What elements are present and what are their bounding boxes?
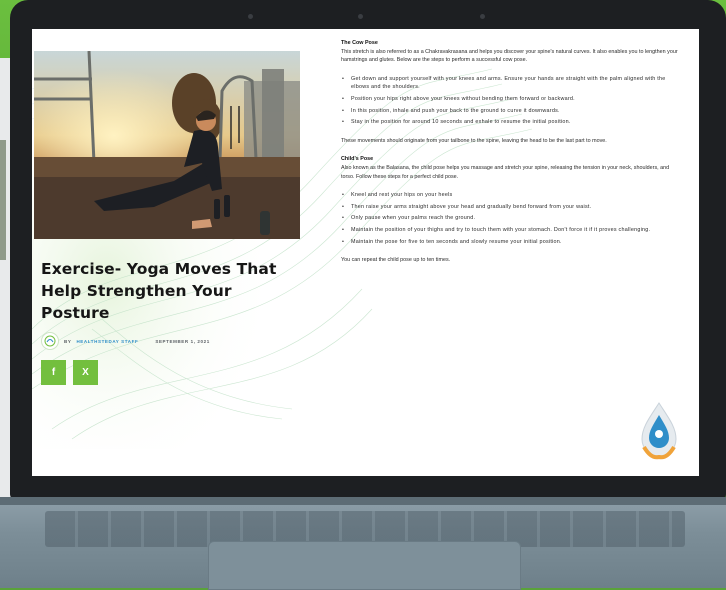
cow-steps-list: Get down and support yourself with your … <box>341 75 681 127</box>
x-icon: X <box>82 367 89 378</box>
publish-date: SEPTEMBER 1, 2021 <box>155 338 210 344</box>
list-item: In this position, inhale and push your b… <box>342 107 681 116</box>
list-item: Get down and support yourself with your … <box>342 75 681 92</box>
trackpad <box>208 541 521 590</box>
site-logo-icon[interactable] <box>41 332 59 350</box>
child-outro: You can repeat the child pose up to ten … <box>341 257 451 264</box>
background-device-detail <box>0 140 6 260</box>
sensor-dot <box>480 14 485 19</box>
facebook-share-button[interactable]: f <box>41 360 66 385</box>
brand-drop-icon <box>641 402 677 460</box>
webcam <box>358 14 363 19</box>
byline: BY HEALTHSTEDAY STAFF SEPTEMBER 1, 2021 <box>41 332 210 350</box>
article-title: Exercise- Yoga Moves That Help Strengthe… <box>41 260 277 322</box>
author-link[interactable]: HEALTHSTEDAY STAFF <box>76 339 138 344</box>
list-item: Stay in the position for around 10 secon… <box>342 118 681 127</box>
list-item: Kneel and rest your hips on your heels <box>342 191 681 200</box>
cow-intro: This stretch is also referred to as a Ch… <box>341 48 678 64</box>
laptop-hinge <box>0 497 726 505</box>
child-intro: Also known as the Balasana, the child po… <box>341 164 670 180</box>
list-item: Maintain the position of your thighs and… <box>342 226 681 235</box>
sensor-dot <box>248 14 253 19</box>
cow-outro: These movements should originate from yo… <box>341 137 607 144</box>
child-steps-list: Kneel and rest your hips on your heels T… <box>341 191 681 246</box>
list-item: Position your hips right above your knee… <box>342 95 681 104</box>
x-share-button[interactable]: X <box>73 360 98 385</box>
byline-prefix: BY <box>64 338 72 344</box>
hero-image <box>34 51 300 239</box>
facebook-icon: f <box>51 367 56 378</box>
list-item: Then raise your arms straight above your… <box>342 203 681 212</box>
list-item: Maintain the pose for five to ten second… <box>342 238 681 247</box>
section-title-child: Child's Pose <box>341 156 374 163</box>
list-item: Only pause when your palms reach the gro… <box>342 214 681 223</box>
laptop-screen: Exercise- Yoga Moves That Help Strengthe… <box>32 29 699 476</box>
section-title-cow: The Cow Pose <box>341 40 378 46</box>
article-body: The Cow Pose This stretch is also referr… <box>341 39 681 275</box>
